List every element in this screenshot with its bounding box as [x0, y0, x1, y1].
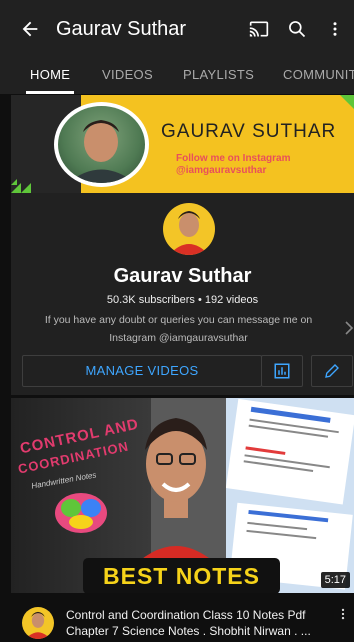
tab-bar: HOME VIDEOS PLAYLISTS COMMUNITY [0, 58, 354, 94]
video-thumbnail[interactable]: CONTROL AND COORDINATION Handwritten Not… [11, 398, 354, 593]
search-icon[interactable] [278, 0, 316, 58]
video-title[interactable]: Control and Coordination Class 10 Notes … [66, 608, 305, 622]
more-vert-icon[interactable] [336, 607, 350, 624]
chevron-right-icon[interactable] [344, 321, 354, 340]
edit-channel-button[interactable] [311, 355, 353, 387]
video-list-item[interactable]: Control and Coordination Class 10 Notes … [0, 597, 354, 642]
analytics-icon [274, 363, 290, 379]
tab-home[interactable]: HOME [25, 58, 75, 94]
tab-videos[interactable]: VIDEOS [102, 58, 153, 94]
brain-illustration [55, 493, 107, 533]
banner-decoration-triangles [11, 179, 31, 193]
tab-community[interactable]: COMMUNITY [283, 58, 354, 94]
back-arrow-icon[interactable] [8, 0, 52, 58]
more-vert-icon[interactable] [316, 0, 354, 58]
cast-icon[interactable] [240, 0, 278, 58]
channel-description[interactable]: If you have any doubt or queries you can… [11, 314, 346, 326]
tab-playlists[interactable]: PLAYLISTS [183, 58, 254, 94]
channel-name: Gaurav Suthar [113, 265, 252, 287]
manage-videos-button[interactable]: MANAGE VIDEOS [22, 355, 262, 387]
thumbnail-banner-text: BEST NOTES [83, 558, 280, 593]
channel-banner: GAURAV SUTHAR Follow me on Instagram @ia… [11, 95, 354, 193]
analytics-button[interactable] [261, 355, 303, 387]
avatar[interactable] [163, 203, 215, 255]
avatar[interactable] [22, 607, 54, 639]
app-bar: Gaurav Suthar [0, 0, 354, 58]
video-duration: 5:17 [320, 572, 350, 588]
banner-instagram-handle: @iamgauravsuthar [176, 165, 267, 176]
banner-name: GAURAV SUTHAR [161, 121, 337, 142]
video-title-line2[interactable]: Chapter 7 Science Notes . Shobhit Nirwan… [66, 624, 311, 638]
channel-title: Gaurav Suthar [56, 17, 187, 40]
banner-decoration [340, 95, 354, 109]
channel-header: Gaurav Suthar 50.3K subscribers • 192 vi… [11, 193, 354, 395]
edit-pencil-icon [325, 364, 339, 378]
channel-stats: 50.3K subscribers • 192 videos [106, 294, 259, 306]
banner-photo [54, 102, 149, 187]
channel-description-line2[interactable]: Instagram @iamgauravsuthar [11, 332, 346, 344]
banner-follow-text: Follow me on Instagram [176, 153, 291, 164]
